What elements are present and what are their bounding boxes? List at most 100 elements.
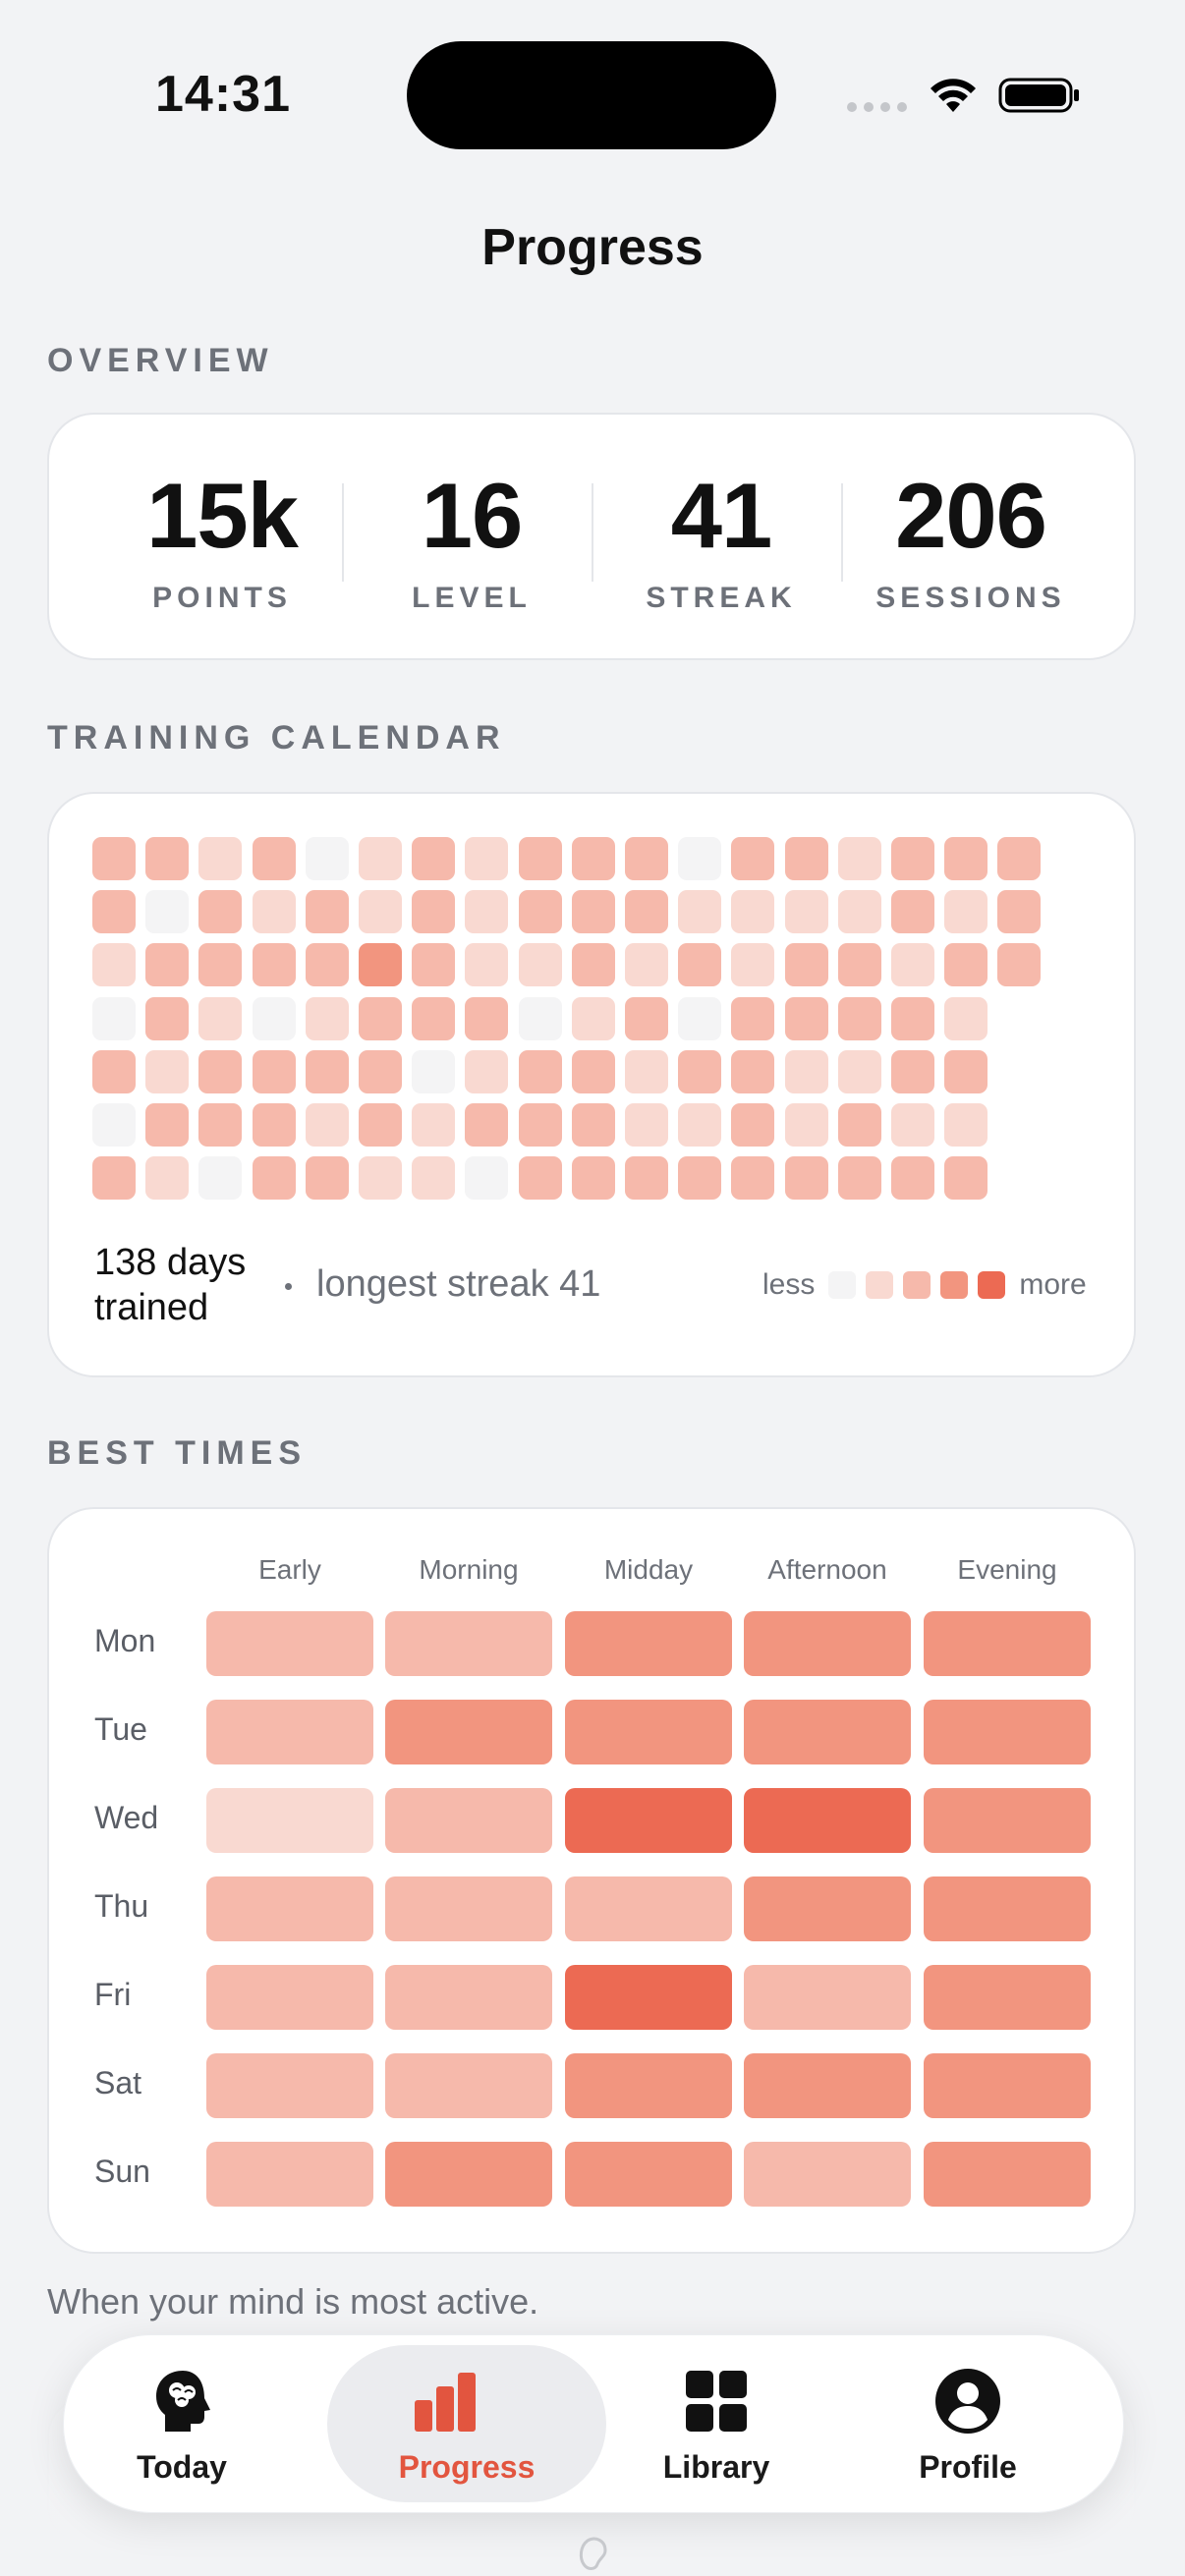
heatmap-cell xyxy=(744,1876,911,1941)
row-header: Tue xyxy=(94,1711,147,1747)
calendar-day-cell xyxy=(359,943,402,987)
calendar-day-cell xyxy=(678,943,722,987)
calendar-day-cell xyxy=(731,837,775,880)
calendar-day-cell xyxy=(625,890,668,934)
stat-label: SESSIONS xyxy=(875,582,1066,614)
tab-progress[interactable]: Progress xyxy=(327,2335,606,2512)
row-header: Wed xyxy=(94,1800,159,1835)
heatmap-cell xyxy=(206,1788,373,1853)
calendar-day-cell xyxy=(837,1049,881,1093)
calendar-day-cell xyxy=(678,890,722,934)
column-header: Midday xyxy=(603,1554,694,1585)
calendar-day-cell xyxy=(145,1049,190,1093)
calendar-day-cell xyxy=(305,943,349,987)
row-header: Sun xyxy=(94,2154,150,2189)
calendar-day-cell xyxy=(359,996,402,1040)
calendar-day-cell xyxy=(784,837,828,880)
calendar-day-cell xyxy=(305,890,349,934)
calendar-day-cell xyxy=(678,996,722,1040)
heatmap-cell xyxy=(385,1611,552,1676)
calendar-day-cell xyxy=(359,1103,402,1147)
best-times-section-label: BEST TIMES xyxy=(47,1434,308,1472)
legend-swatch xyxy=(828,1271,857,1299)
tab-today[interactable]: Today xyxy=(64,2335,300,2512)
calendar-day-cell xyxy=(518,996,562,1040)
calendar-day-cell xyxy=(837,890,881,934)
calendar-day-cell xyxy=(784,996,828,1040)
heatmap-cell xyxy=(744,1700,911,1764)
legend-swatch xyxy=(978,1271,1006,1299)
calendar-day-cell xyxy=(305,1103,349,1147)
calendar-day-cell xyxy=(837,943,881,987)
calendar-day-cell xyxy=(625,837,668,880)
calendar-day-cell xyxy=(198,1049,243,1093)
calendar-day-cell xyxy=(944,890,988,934)
days-trained-text: 138 days trained xyxy=(94,1242,247,1328)
legend-less-label: less xyxy=(762,1268,816,1301)
calendar-day-cell xyxy=(198,1156,243,1201)
calendar-day-cell xyxy=(891,1049,934,1093)
calendar-day-cell xyxy=(252,1156,296,1201)
calendar-day-cell xyxy=(518,1049,562,1093)
calendar-day-cell xyxy=(518,1156,562,1201)
calendar-day-cell xyxy=(198,1103,243,1147)
calendar-day-cell xyxy=(625,1049,668,1093)
calendar-day-cell xyxy=(625,943,668,987)
heatmap-cell xyxy=(385,1788,552,1853)
calendar-day-cell xyxy=(784,943,828,987)
calendar-day-cell xyxy=(145,1156,190,1201)
heatmap-cell xyxy=(744,1611,911,1676)
calendar-day-cell xyxy=(731,1049,775,1093)
head-brain-icon xyxy=(156,2371,210,2432)
stat-divider xyxy=(342,483,344,582)
row-header: Fri xyxy=(94,1977,132,2012)
status-time: 14:31 xyxy=(155,66,291,123)
calendar-day-cell xyxy=(305,1049,349,1093)
calendar-day-cell xyxy=(305,996,349,1040)
heatmap-cell xyxy=(744,1788,911,1853)
calendar-day-cell xyxy=(784,1156,828,1201)
calendar-day-cell xyxy=(997,837,1042,880)
calendar-day-cell xyxy=(145,1103,190,1147)
tab-label: Profile xyxy=(919,2449,1017,2485)
calendar-day-cell xyxy=(571,1156,615,1201)
bar-chart-icon xyxy=(415,2373,476,2432)
calendar-day-cell xyxy=(837,1103,881,1147)
calendar-day-cell xyxy=(145,890,190,934)
calendar-day-cell xyxy=(891,996,934,1040)
heatmap-cell xyxy=(924,1700,1091,1764)
status-bar: 14:31 xyxy=(0,0,1185,187)
calendar-day-cell xyxy=(625,996,668,1040)
calendar-day-cell xyxy=(92,943,136,987)
calendar-day-cell xyxy=(731,1156,775,1201)
stat-points: 15k POINTS xyxy=(98,415,346,658)
stat-label: STREAK xyxy=(646,582,797,614)
longest-streak-text: longest streak 41 xyxy=(316,1263,601,1305)
calendar-day-cell xyxy=(252,1049,296,1093)
calendar-legend: less more xyxy=(759,1265,1091,1305)
tab-library[interactable]: Library xyxy=(598,2335,834,2512)
heatmap-cell xyxy=(924,1788,1091,1853)
training-calendar-grid xyxy=(92,837,1051,1210)
separator-dot xyxy=(285,1283,292,1290)
calendar-day-cell xyxy=(944,837,988,880)
heatmap-cell xyxy=(206,1700,373,1764)
tab-profile[interactable]: Profile xyxy=(850,2335,1086,2512)
heatmap-cell xyxy=(565,1876,732,1941)
heatmap-cell xyxy=(924,1611,1091,1676)
calendar-day-cell xyxy=(784,890,828,934)
calendar-day-cell xyxy=(305,837,349,880)
overview-card: 15k POINTS 16 LEVEL 41 STREAK 206 SESSIO… xyxy=(47,413,1136,660)
legend-swatch xyxy=(940,1271,969,1299)
page-title: Progress xyxy=(481,219,704,276)
calendar-day-cell xyxy=(571,837,615,880)
calendar-day-cell xyxy=(412,890,456,934)
heatmap-cell xyxy=(565,1965,732,2030)
heatmap-cell xyxy=(744,2053,911,2118)
stat-label: LEVEL xyxy=(412,582,532,614)
wifi-icon xyxy=(931,79,976,112)
calendar-day-cell xyxy=(678,1156,722,1201)
calendar-day-cell xyxy=(145,996,190,1040)
calendar-day-cell xyxy=(198,890,243,934)
overview-section-label: OVERVIEW xyxy=(47,342,274,379)
